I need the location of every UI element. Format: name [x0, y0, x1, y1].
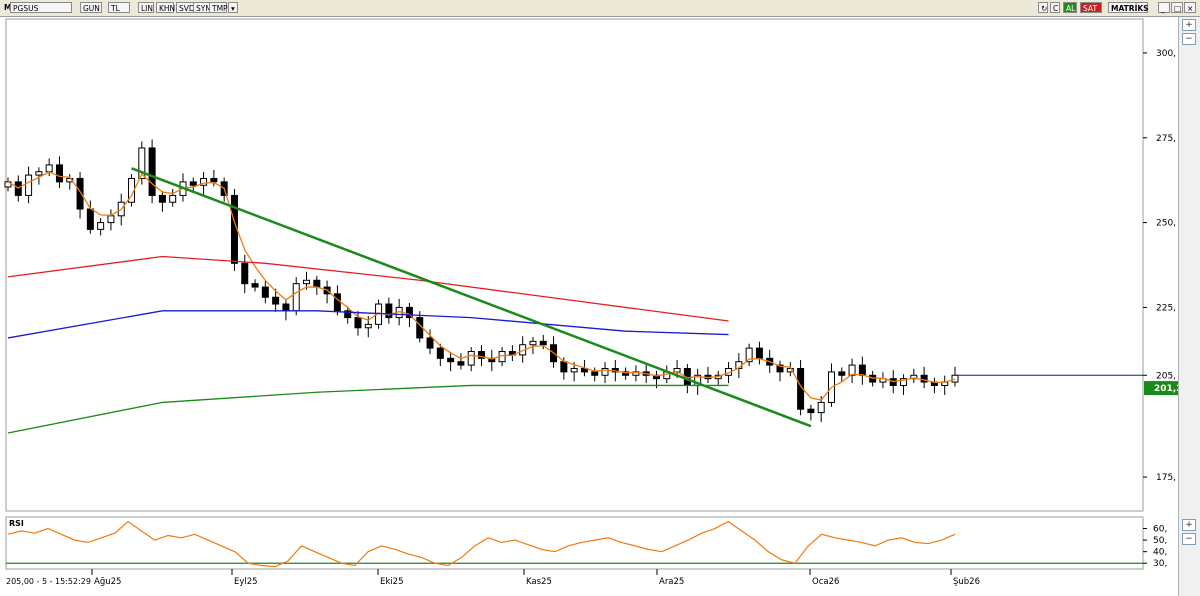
candle-body — [313, 279, 321, 288]
candle-body — [858, 364, 866, 376]
zoom-out-lower-icon[interactable]: − — [1182, 533, 1196, 545]
candle-body — [467, 351, 475, 366]
zoom-out-icon[interactable]: − — [1182, 33, 1196, 45]
y-tick-label: 275, — [1156, 134, 1176, 144]
sell-button[interactable]: SAT — [1080, 2, 1102, 13]
candle-body — [169, 194, 177, 203]
main-plot-frame — [5, 18, 1144, 512]
candle-body — [261, 286, 269, 298]
candle-body — [303, 279, 311, 285]
candle-body — [148, 147, 156, 196]
toolbar: M PGSUS GUN TL LIN KHN SVD SYM TMP ▾ ↻ C… — [0, 0, 1200, 17]
x-axis-label: Eyl25 — [234, 577, 258, 587]
candle-body — [251, 283, 259, 288]
candle-body — [86, 208, 94, 230]
candle-body — [45, 164, 53, 173]
side-toolbar: + − + − — [1178, 17, 1200, 596]
tmp-button[interactable]: TMP — [209, 2, 228, 13]
candle-body — [570, 367, 578, 373]
candle-body — [292, 283, 300, 312]
zoom-in-lower-icon[interactable]: + — [1182, 519, 1196, 531]
candle-body — [755, 347, 763, 359]
khn-button[interactable]: KHN — [156, 2, 175, 13]
candle-body — [591, 371, 599, 376]
candle-body — [25, 174, 33, 196]
rsi-title: RSI — [9, 519, 24, 528]
candle-body — [241, 262, 249, 285]
candle-body — [76, 177, 84, 210]
currency-button[interactable]: TL — [108, 2, 130, 13]
y-tick-label: 205, — [1156, 371, 1176, 381]
candle-body — [210, 177, 218, 183]
candle-body — [333, 293, 341, 312]
price-chart[interactable]: 300, 275, 250, 225, 205, 175, 60,50, 40,30, 201,… — [0, 17, 1178, 596]
candle-body — [539, 340, 547, 346]
copy-icon[interactable]: C — [1050, 2, 1060, 13]
svd-button[interactable]: SVD — [176, 2, 195, 13]
x-axis-label: Ağu25 — [94, 577, 121, 587]
y-tick-label: 225, — [1156, 303, 1176, 313]
chart-window: M PGSUS GUN TL LIN KHN SVD SYM TMP ▾ ↻ C… — [0, 0, 1200, 596]
candle-body — [838, 371, 846, 376]
candle-body — [364, 323, 372, 329]
rsi-tick-label: 40, — [1153, 548, 1167, 558]
period-button[interactable]: GUN — [80, 2, 102, 13]
candle-body — [807, 408, 815, 414]
x-axis-label: Ara25 — [659, 577, 684, 587]
maximize-icon[interactable]: □ — [1171, 2, 1183, 13]
zoom-in-icon[interactable]: + — [1182, 19, 1196, 31]
x-axis-label: Kas25 — [526, 577, 552, 587]
x-axis-label: Şub26 — [953, 577, 980, 587]
close-icon[interactable]: × — [1184, 2, 1196, 13]
candle-body — [447, 357, 455, 363]
x-axis-label: Eki25 — [380, 577, 403, 587]
y-tick-label: 250, — [1156, 219, 1176, 229]
dropdown-arrow-icon[interactable]: ▾ — [228, 2, 238, 13]
rsi-tick-label: 30, — [1153, 559, 1167, 569]
rsi-plot-frame — [5, 516, 1144, 570]
candle-body — [560, 361, 568, 373]
candle-body — [817, 401, 825, 414]
candle-body — [35, 171, 43, 176]
symbol-field[interactable]: PGSUS — [10, 2, 72, 13]
minimize-icon[interactable]: _ — [1158, 2, 1170, 13]
linear-button[interactable]: LIN — [138, 2, 154, 13]
candle-body — [272, 296, 280, 305]
candle-body — [951, 374, 959, 383]
candle-body — [107, 215, 115, 224]
candle-body — [426, 337, 434, 349]
candle-body — [457, 361, 465, 366]
candle-body — [529, 340, 537, 346]
candle-body — [920, 374, 928, 383]
candle-body — [55, 164, 63, 183]
candle-body — [97, 222, 105, 230]
brand-label: MATRİKS — [1108, 2, 1149, 13]
refresh-icon[interactable]: ↻ — [1038, 2, 1048, 13]
candle-body — [354, 317, 362, 329]
candle-body — [282, 303, 290, 312]
candle-body — [158, 194, 166, 203]
rsi-tick-label: 60, — [1153, 525, 1167, 535]
candle-body — [189, 181, 197, 186]
rsi-tick-label: 50, — [1153, 536, 1167, 546]
status-text: 205,00 - 5 - 15:52:29 — [6, 577, 91, 586]
buy-button[interactable]: AL — [1063, 2, 1077, 13]
y-tick-label: 300, — [1156, 49, 1176, 59]
y-tick-label: 175, — [1156, 473, 1176, 483]
candle-body — [436, 347, 444, 359]
x-axis-label: Oca26 — [812, 577, 839, 587]
price-tag-label: 201,23 — [1154, 384, 1178, 394]
